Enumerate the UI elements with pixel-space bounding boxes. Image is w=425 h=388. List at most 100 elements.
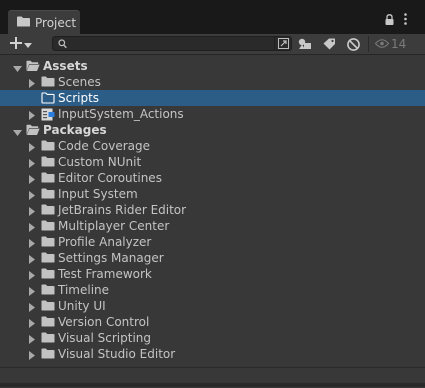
expand-arrow-down-icon[interactable] bbox=[13, 126, 22, 136]
folder-open-icon bbox=[26, 124, 40, 139]
tree-row[interactable]: Editor Coroutines bbox=[0, 170, 425, 186]
tree-row-label: Test Framework bbox=[58, 267, 152, 281]
expand-arrow-right-icon[interactable] bbox=[28, 269, 36, 280]
tree-row[interactable]: Timeline bbox=[0, 282, 425, 298]
tree-row-label: Packages bbox=[43, 123, 107, 137]
search-input[interactable] bbox=[69, 37, 274, 50]
search-mode-icon[interactable] bbox=[274, 36, 291, 51]
expand-arrow-right-icon[interactable] bbox=[28, 237, 36, 248]
expand-arrow-right-icon[interactable] bbox=[28, 189, 36, 200]
expand-arrow-right-icon[interactable] bbox=[28, 205, 36, 216]
tab-bar: Project bbox=[0, 8, 425, 34]
folder-icon bbox=[41, 204, 55, 218]
window-top-strip bbox=[0, 0, 425, 8]
folder-icon bbox=[41, 252, 55, 266]
folder-icon bbox=[17, 16, 30, 30]
filter-by-type-icon[interactable] bbox=[296, 35, 314, 53]
tree-row[interactable]: InputSystem_Actions bbox=[0, 106, 425, 122]
expand-arrow-right-icon[interactable] bbox=[28, 109, 36, 120]
search-icon bbox=[58, 38, 67, 52]
tree-row-label: Input System bbox=[58, 187, 138, 201]
tree-row-label: Code Coverage bbox=[58, 139, 151, 153]
folder-icon bbox=[41, 188, 55, 202]
filter-by-label-icon[interactable] bbox=[320, 35, 338, 53]
tree-row[interactable]: Custom NUnit bbox=[0, 154, 425, 170]
expand-arrow-right-icon[interactable] bbox=[28, 221, 36, 232]
tree-row[interactable]: Version Control bbox=[0, 314, 425, 330]
tree-row-label: InputSystem_Actions bbox=[58, 107, 184, 121]
chevron-down-icon bbox=[24, 41, 32, 50]
expand-arrow-right-icon[interactable] bbox=[28, 317, 36, 328]
tree-row-label: Scripts bbox=[58, 91, 100, 105]
tree-row-label: Timeline bbox=[58, 283, 110, 297]
expand-arrow-right-icon[interactable] bbox=[28, 253, 36, 264]
folder-icon bbox=[41, 332, 55, 346]
tree-row-label: Settings Manager bbox=[58, 251, 164, 265]
expand-arrow-right-icon[interactable] bbox=[28, 173, 36, 184]
tree-row-label: Profile Analyzer bbox=[58, 235, 152, 249]
folder-icon bbox=[41, 284, 55, 298]
folder-icon bbox=[41, 348, 55, 362]
tree-row-label: Visual Studio Editor bbox=[58, 347, 176, 361]
tree-row[interactable]: JetBrains Rider Editor bbox=[0, 202, 425, 218]
folder-icon bbox=[41, 316, 55, 330]
folder-empty-icon bbox=[41, 92, 55, 107]
expand-arrow-right-icon[interactable] bbox=[28, 301, 36, 312]
tree-row-label: JetBrains Rider Editor bbox=[58, 203, 187, 217]
search-field[interactable] bbox=[52, 36, 292, 51]
tree-row[interactable]: Code Coverage bbox=[0, 138, 425, 154]
toolbar-icons: 14 bbox=[296, 35, 406, 53]
expand-arrow-right-icon[interactable] bbox=[28, 77, 36, 88]
kebab-menu-icon[interactable] bbox=[404, 13, 407, 28]
expand-arrow-right-icon[interactable] bbox=[28, 333, 36, 344]
folder-icon bbox=[41, 140, 55, 154]
tree-row[interactable]: Visual Studio Editor bbox=[0, 346, 425, 362]
tree-row[interactable]: Test Framework bbox=[0, 266, 425, 282]
expand-arrow-right-icon[interactable] bbox=[28, 349, 36, 360]
hidden-packages-icon[interactable] bbox=[344, 35, 362, 53]
tree-row[interactable]: Unity UI bbox=[0, 298, 425, 314]
tree-row[interactable]: Multiplayer Center bbox=[0, 218, 425, 234]
project-toolbar: 14 bbox=[0, 34, 425, 55]
plus-icon bbox=[10, 36, 22, 52]
eye-icon bbox=[374, 37, 390, 51]
tree-row-label: Unity UI bbox=[58, 299, 106, 313]
lock-icon[interactable] bbox=[385, 13, 394, 28]
tree-row[interactable]: Scenes bbox=[0, 74, 425, 90]
tab-project[interactable]: Project bbox=[8, 10, 80, 34]
tree-row-label: Custom NUnit bbox=[58, 155, 142, 169]
tree-row-label: Visual Scripting bbox=[58, 331, 151, 345]
folder-icon bbox=[41, 156, 55, 170]
horizontal-scrollbar[interactable] bbox=[0, 383, 425, 387]
folder-icon bbox=[41, 236, 55, 250]
tree-row[interactable]: Scripts bbox=[0, 90, 425, 106]
expand-arrow-down-icon[interactable] bbox=[13, 62, 22, 72]
toolbar-separator bbox=[368, 36, 369, 52]
tree-row[interactable]: Input System bbox=[0, 186, 425, 202]
expand-arrow-right-icon[interactable] bbox=[28, 141, 36, 152]
tree-row[interactable]: Assets bbox=[0, 58, 425, 74]
tree-row[interactable]: Profile Analyzer bbox=[0, 234, 425, 250]
tree-row[interactable]: Visual Scripting bbox=[0, 330, 425, 346]
tree-row-label: Scenes bbox=[58, 75, 101, 89]
folder-open-icon bbox=[26, 60, 40, 75]
folder-icon bbox=[41, 172, 55, 186]
expand-arrow-right-icon[interactable] bbox=[28, 285, 36, 296]
tree-row-label: Editor Coroutines bbox=[58, 171, 162, 185]
hidden-objects-toggle[interactable]: 14 bbox=[374, 37, 407, 51]
tree-row-label: Version Control bbox=[58, 315, 150, 329]
create-button[interactable] bbox=[10, 35, 44, 53]
hidden-count: 14 bbox=[391, 37, 407, 51]
folder-icon bbox=[41, 76, 55, 90]
tree-row-label: Assets bbox=[43, 59, 88, 73]
project-tree[interactable]: Assets Scenes Scripts InputSystem_Actions Pa… bbox=[0, 55, 425, 367]
tree-row[interactable]: Settings Manager bbox=[0, 250, 425, 266]
expand-arrow-right-icon[interactable] bbox=[28, 157, 36, 168]
tab-title: Project bbox=[35, 15, 77, 30]
tree-row-label: Multiplayer Center bbox=[58, 219, 170, 233]
folder-icon bbox=[41, 268, 55, 282]
tree-row[interactable]: Packages bbox=[0, 122, 425, 138]
tab-actions bbox=[385, 13, 407, 28]
folder-icon bbox=[41, 300, 55, 314]
folder-icon bbox=[41, 220, 55, 234]
